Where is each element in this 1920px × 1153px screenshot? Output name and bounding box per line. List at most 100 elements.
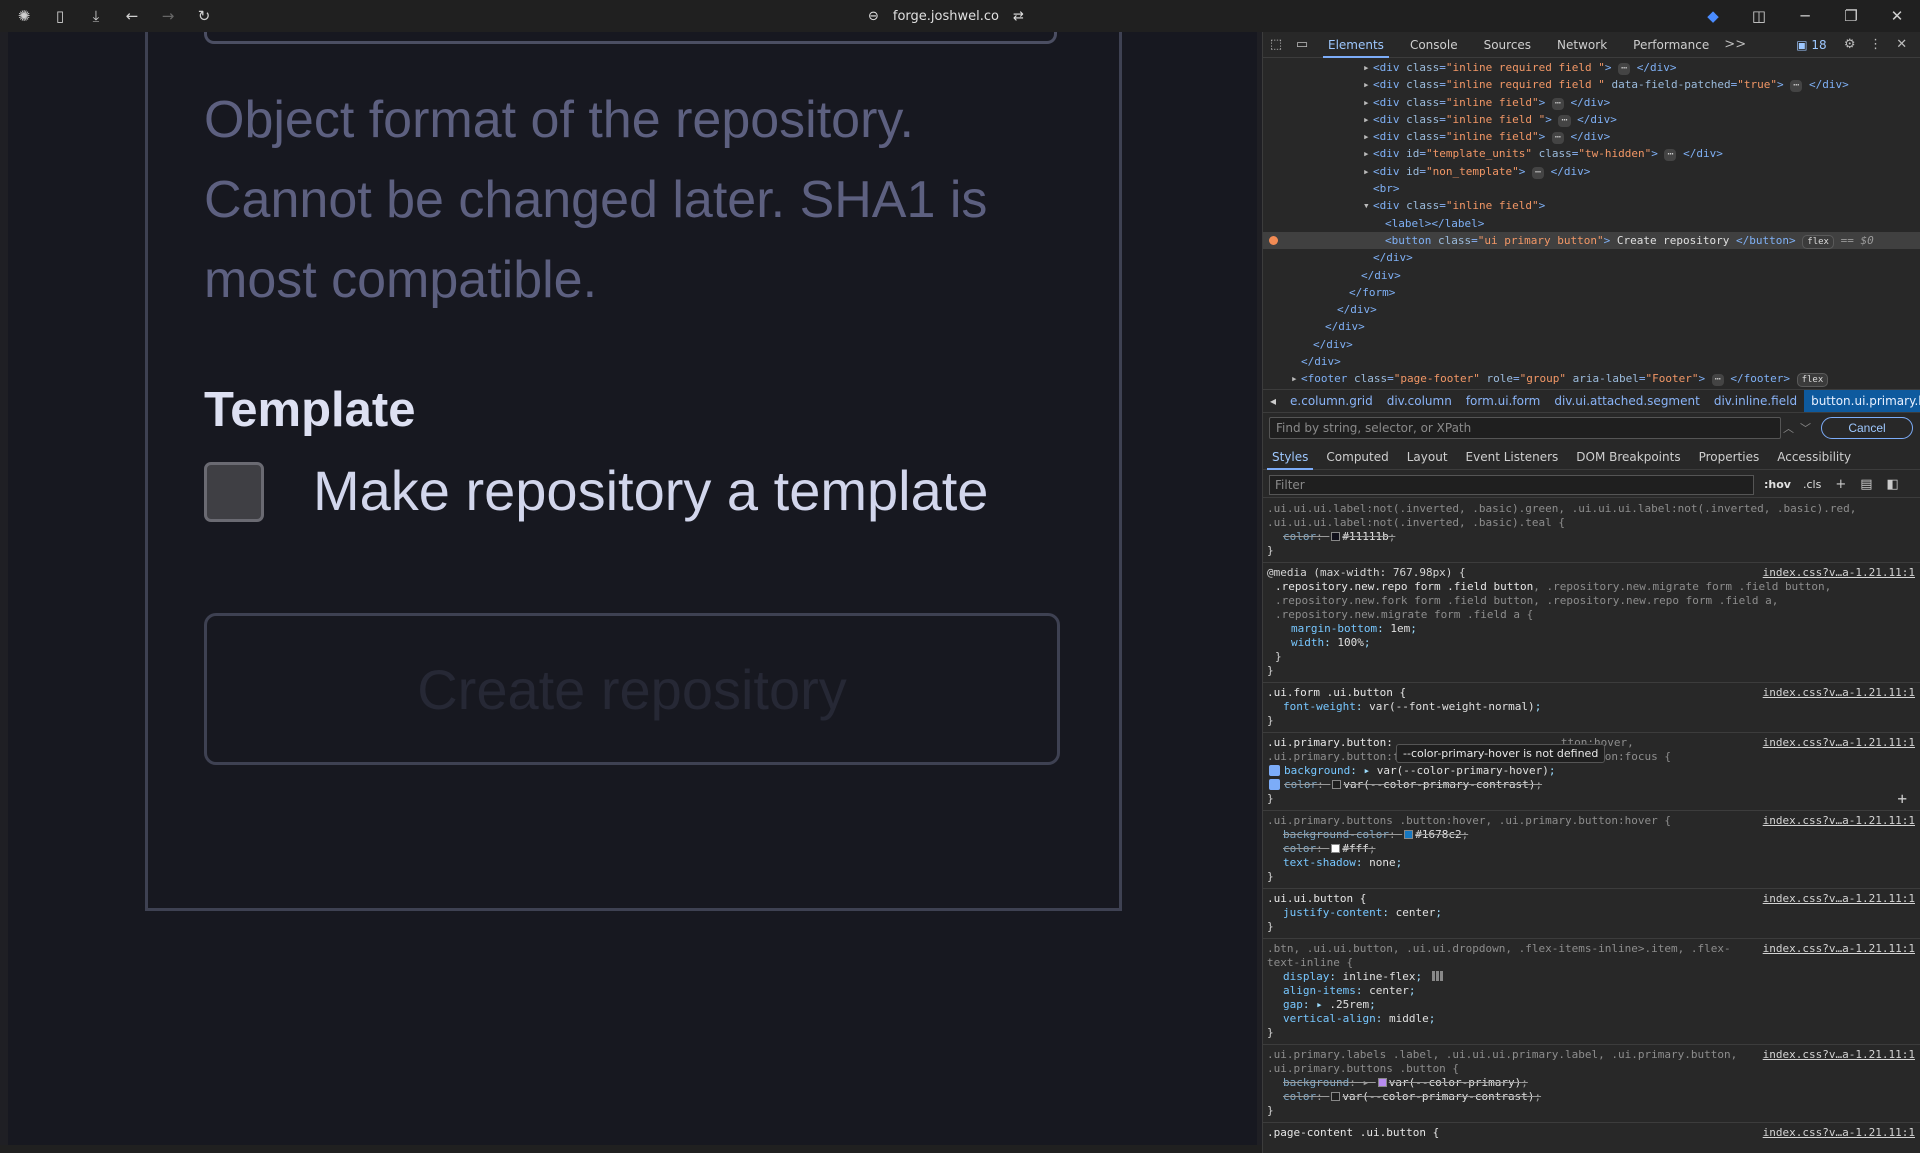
rule-source-link[interactable]: index.css?v…a-1.21.11:1 (1763, 686, 1915, 699)
find-input[interactable]: Find by string, selector, or XPath (1269, 417, 1781, 439)
color-swatch[interactable] (1404, 830, 1414, 839)
breadcrumb-item[interactable]: e.column.grid (1283, 394, 1380, 408)
dom-node[interactable]: </div> (1263, 249, 1920, 266)
breadcrumb-item-active[interactable]: button.ui.primary.button (1804, 390, 1920, 412)
rule-source-link[interactable]: index.css?v…a-1.21.11:1 (1763, 942, 1915, 955)
css-declaration[interactable]: color: #11111b; (1267, 530, 1917, 544)
css-declaration[interactable]: background: ▸ var(--color-primary-hover)… (1267, 764, 1917, 778)
dom-node[interactable]: ▸ <div class="inline required field "> ⋯ … (1263, 59, 1920, 76)
tab-layout[interactable]: Layout (1398, 444, 1457, 470)
declaration-checkbox[interactable] (1269, 779, 1280, 790)
shield-icon[interactable]: ◆ (1690, 0, 1736, 32)
split-view-icon[interactable]: ◫ (1736, 0, 1782, 32)
tab-sources[interactable]: Sources (1471, 32, 1544, 58)
create-repository-button[interactable]: Create repository (204, 613, 1060, 765)
dom-node[interactable]: </div> (1263, 301, 1920, 318)
more-tabs-icon[interactable]: >> (1722, 32, 1748, 58)
dom-node[interactable]: </div> (1263, 353, 1920, 370)
styles-filter-input[interactable]: Filter (1269, 474, 1754, 495)
browser-logo-icon[interactable]: ✺ (6, 0, 42, 32)
color-swatch[interactable] (1332, 780, 1342, 789)
flex-badge[interactable]: flex (1802, 234, 1834, 249)
css-declaration[interactable]: justify-content: center; (1267, 906, 1917, 920)
dom-node[interactable]: <label></label> (1263, 215, 1920, 232)
template-checkbox[interactable] (204, 462, 264, 522)
css-declaration[interactable]: gap: ▸ .25rem; (1267, 998, 1917, 1012)
rule-source-link[interactable]: index.css?v…a-1.21.11:1 (1763, 1126, 1915, 1139)
rule-source-link[interactable]: index.css?v…a-1.21.11:1 (1763, 1048, 1915, 1061)
sidebar-toggle-icon[interactable]: ▯ (42, 0, 78, 32)
css-declaration[interactable]: margin-bottom: 1em; (1267, 622, 1917, 636)
dom-node[interactable]: ▸ <footer class="page-footer" role="group… (1263, 370, 1920, 388)
tab-elements[interactable]: Elements (1315, 32, 1397, 58)
tab-accessibility[interactable]: Accessibility (1768, 444, 1860, 470)
css-declaration[interactable]: color: #fff; (1267, 842, 1917, 856)
reload-icon[interactable]: ↻ (186, 0, 222, 32)
dom-node[interactable]: ▸ <div id="non_template"> ⋯ </div> (1263, 163, 1920, 180)
breadcrumb-scroll-left-icon[interactable]: ◂ (1263, 394, 1283, 408)
tab-properties[interactable]: Properties (1690, 444, 1769, 470)
color-swatch[interactable] (1331, 1092, 1341, 1101)
color-swatch[interactable] (1331, 532, 1341, 541)
object-format-dropdown[interactable] (204, 32, 1057, 44)
rule-source-link[interactable]: index.css?v…a-1.21.11:1 (1763, 814, 1915, 827)
close-devtools-icon[interactable]: ✕ (1889, 32, 1915, 58)
css-declaration[interactable]: background-color: #1678c2; (1267, 828, 1917, 842)
breadcrumb-item[interactable]: div.column (1380, 394, 1459, 408)
flex-badge[interactable]: flex (1796, 373, 1829, 388)
css-declaration[interactable]: width: 100%; (1267, 636, 1917, 650)
sidebar-toggle-icon[interactable]: ◧ (1887, 477, 1899, 492)
dom-node[interactable]: ▸ <div class="inline field "> ⋯ </div> (1263, 111, 1920, 128)
minimize-icon[interactable]: ─ (1782, 0, 1828, 32)
template-checkbox-label[interactable]: Make repository a template (313, 458, 988, 523)
dom-node[interactable]: </div> (1263, 336, 1920, 353)
css-declaration[interactable]: color: var(--color-primary-contrast); (1267, 778, 1917, 792)
cancel-find-button[interactable]: Cancel (1821, 417, 1913, 439)
declaration-checkbox[interactable] (1269, 765, 1280, 776)
inspect-element-icon[interactable]: ⬚ (1263, 32, 1289, 58)
tab-styles[interactable]: Styles (1263, 444, 1317, 470)
forward-icon[interactable]: → (150, 0, 186, 32)
address-bar[interactable]: ⊖ forge.joshwel.co ⇄ (868, 0, 1024, 32)
close-window-icon[interactable]: ✕ (1874, 0, 1920, 32)
color-swatch[interactable] (1331, 844, 1341, 853)
class-toggle[interactable]: .cls (1803, 478, 1821, 491)
dom-node[interactable]: ▾ <div class="inline field"> (1263, 197, 1920, 214)
css-declaration[interactable]: vertical-align: middle; (1267, 1012, 1917, 1026)
device-toolbar-icon[interactable]: ▭ (1289, 32, 1315, 58)
rule-source-link[interactable]: index.css?v…a-1.21.11:1 (1763, 736, 1915, 749)
restore-icon[interactable]: ❐ (1828, 0, 1874, 32)
dom-node[interactable]: ▸ <div class="inline field"> ⋯ </div> (1263, 94, 1920, 111)
css-declaration[interactable]: text-shadow: none; (1267, 856, 1917, 870)
site-settings-icon[interactable]: ⇄ (1013, 9, 1024, 24)
css-declaration[interactable]: display: inline-flex; (1267, 970, 1917, 984)
issues-badge[interactable]: ▣ 18 (1796, 38, 1826, 52)
css-declaration[interactable]: background: ▸ var(--color-primary); (1267, 1076, 1917, 1090)
breadcrumb-item[interactable]: div.ui.attached.segment (1547, 394, 1706, 408)
dom-node[interactable]: ▸ <div class="inline field"> ⋯ </div> (1263, 128, 1920, 145)
more-options-icon[interactable]: ⋮ (1863, 32, 1889, 58)
dom-node-selected[interactable]: <button class="ui primary button"> Creat… (1263, 231, 1920, 250)
new-rule-icon[interactable]: + (1835, 477, 1846, 492)
add-declaration-icon[interactable]: + (1897, 789, 1907, 808)
tab-event-listeners[interactable]: Event Listeners (1457, 444, 1568, 470)
download-icon[interactable]: ⤓ (78, 0, 114, 32)
dom-node[interactable]: <br> (1263, 180, 1920, 197)
css-declaration[interactable]: font-weight: var(--font-weight-normal); (1267, 700, 1917, 714)
paint-icon[interactable]: ▤ (1860, 477, 1872, 492)
tab-dom-breakpoints[interactable]: DOM Breakpoints (1567, 444, 1689, 470)
tab-computed[interactable]: Computed (1317, 444, 1397, 470)
find-prev-icon[interactable]: ︿ (1783, 420, 1794, 436)
back-icon[interactable]: ← (114, 0, 150, 32)
css-declaration[interactable]: color: var(--color-primary-contrast); (1267, 1090, 1917, 1104)
settings-gear-icon[interactable]: ⚙ (1837, 32, 1863, 58)
find-next-icon[interactable]: ﹀ (1800, 420, 1811, 436)
flexbox-editor-icon[interactable] (1431, 971, 1444, 981)
tab-network[interactable]: Network (1544, 32, 1620, 58)
dom-node[interactable]: ▸ <div id="template_units" class="tw-hidd… (1263, 145, 1920, 162)
tab-console[interactable]: Console (1397, 32, 1471, 58)
tab-performance[interactable]: Performance (1620, 32, 1722, 58)
dom-node[interactable]: </form> (1263, 284, 1920, 301)
dom-node[interactable]: ▸ <div class="inline required field " dat… (1263, 76, 1920, 93)
breadcrumb-item[interactable]: form.ui.form (1459, 394, 1548, 408)
